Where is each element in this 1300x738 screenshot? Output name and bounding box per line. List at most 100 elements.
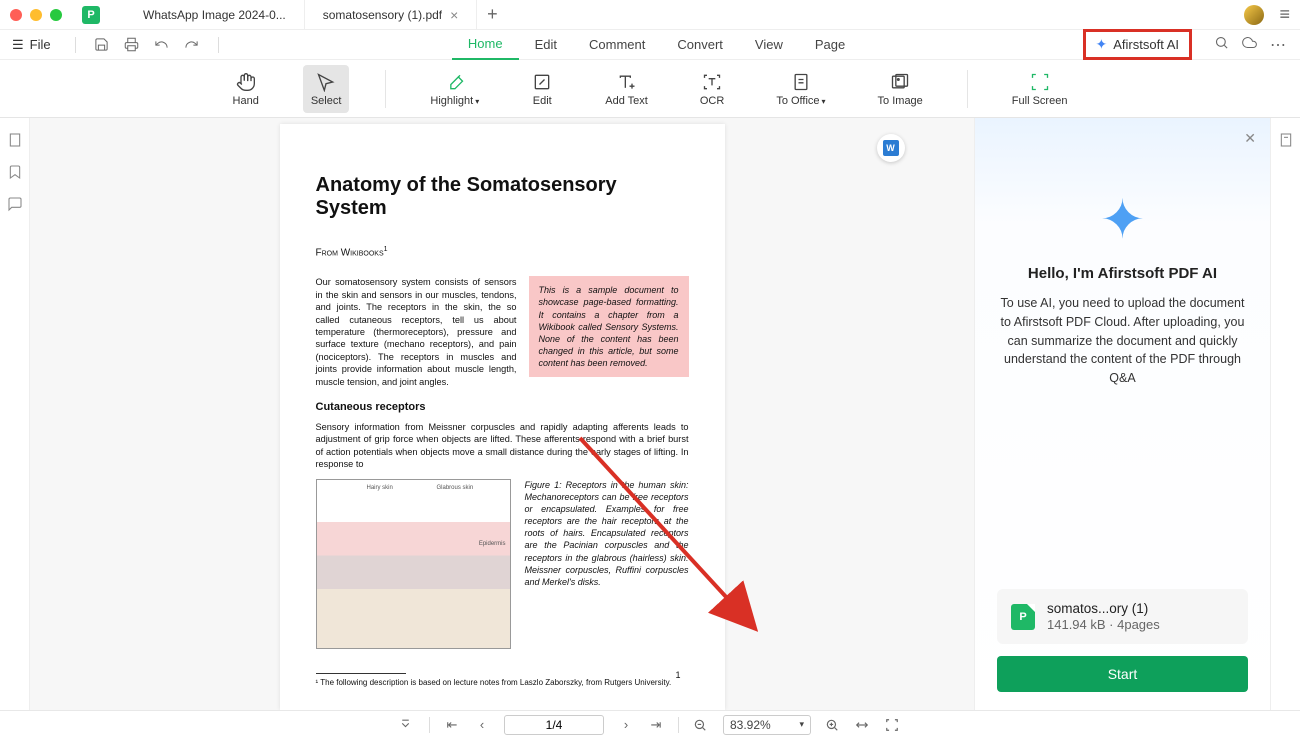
page-input[interactable] [504, 715, 604, 735]
pdf-page-1: W Anatomy of the Somatosensory System Fr… [280, 124, 725, 710]
thumbnails-icon[interactable] [7, 132, 23, 148]
tool-label: Hand [233, 95, 259, 107]
save-icon[interactable] [94, 37, 110, 52]
tool-label: Edit [533, 95, 552, 107]
ocr-icon [701, 71, 723, 93]
menu-bar: ☰ File Home Edit Comment Convert View Pa… [0, 30, 1300, 60]
hand-tool[interactable]: Hand [225, 65, 267, 113]
add-text-tool[interactable]: Add Text [597, 65, 656, 113]
afirstsoft-ai-button[interactable]: ✦ Afirstsoft AI [1083, 29, 1192, 60]
sparkle-icon: ✦ [1096, 36, 1108, 53]
to-image-tool[interactable]: To Image [870, 65, 931, 113]
tab-convert[interactable]: Convert [661, 30, 739, 60]
new-tab-button[interactable]: + [477, 0, 507, 29]
select-tool[interactable]: Select [303, 65, 350, 113]
close-window-button[interactable] [10, 9, 22, 21]
bookmarks-icon[interactable] [7, 164, 23, 180]
document-viewport[interactable]: W Anatomy of the Somatosensory System Fr… [30, 118, 974, 710]
figure-1-caption: Figure 1: Receptors in the human skin: M… [525, 479, 689, 649]
tab-label: WhatsApp Image 2024-0... [143, 8, 286, 22]
document-tabs: WhatsApp Image 2024-0... somatosensory (… [125, 0, 1244, 29]
zoom-in-icon[interactable] [825, 718, 841, 732]
undo-icon[interactable] [154, 37, 170, 52]
to-image-icon [889, 71, 911, 93]
user-avatar[interactable] [1244, 5, 1264, 25]
app-logo: P [82, 6, 100, 24]
file-menu-button[interactable]: ☰ File [0, 37, 63, 53]
full-screen-tool[interactable]: Full Screen [1004, 65, 1076, 113]
ai-panel-description: To use AI, you need to upload the docume… [997, 294, 1248, 388]
cloud-icon[interactable] [1241, 35, 1258, 55]
minimize-window-button[interactable] [30, 9, 42, 21]
tool-label: OCR [700, 95, 724, 107]
highlight-icon [444, 71, 466, 93]
separator [967, 70, 968, 108]
ai-panel: ✕ ✦ Hello, I'm Afirstsoft PDF AI To use … [974, 118, 1270, 710]
cursor-icon [315, 71, 337, 93]
tab-somatosensory[interactable]: somatosensory (1).pdf × [305, 0, 478, 29]
main-tabs: Home Edit Comment Convert View Page [452, 30, 861, 60]
hamburger-icon: ☰ [12, 37, 24, 53]
subheading: Cutaneous receptors [316, 400, 689, 415]
ai-panel-title: Hello, I'm Afirstsoft PDF AI [1028, 265, 1217, 282]
maximize-window-button[interactable] [50, 9, 62, 21]
ai-button-label: Afirstsoft AI [1113, 37, 1179, 52]
zoom-select[interactable]: 83.92%▾ [723, 715, 811, 735]
status-bar: ⇤ ‹ › ⇥ 83.92%▾ [0, 710, 1300, 738]
file-menu-label: File [30, 37, 51, 52]
hamburger-menu-icon[interactable]: ≡ [1279, 4, 1290, 25]
zoom-out-icon[interactable] [693, 718, 709, 732]
page-title: Anatomy of the Somatosensory System [316, 174, 689, 220]
next-page-button[interactable]: › [618, 717, 634, 732]
footnote: ¹ The following description is based on … [316, 678, 689, 689]
tab-home[interactable]: Home [452, 30, 519, 60]
tool-label: To Image [878, 95, 923, 107]
hand-icon [235, 71, 257, 93]
search-icon[interactable] [1214, 35, 1229, 55]
to-office-tool[interactable]: To Office▾ [768, 65, 833, 113]
print-icon[interactable] [124, 37, 140, 52]
tab-edit[interactable]: Edit [519, 30, 573, 60]
to-office-icon [790, 71, 812, 93]
properties-icon[interactable] [1278, 132, 1294, 710]
right-sidebar [1270, 118, 1300, 710]
tab-page[interactable]: Page [799, 30, 861, 60]
tab-view[interactable]: View [739, 30, 799, 60]
start-button[interactable]: Start [997, 656, 1248, 692]
highlight-tool[interactable]: Highlight▾ [422, 65, 487, 113]
tool-label: Add Text [605, 95, 648, 107]
separator [385, 70, 386, 108]
tab-whatsapp-image[interactable]: WhatsApp Image 2024-0... [125, 0, 305, 29]
close-panel-icon[interactable]: ✕ [1244, 130, 1256, 147]
file-card: P somatos...ory (1) 141.94 kB · 4pages [997, 589, 1248, 644]
toolbar: Hand Select Highlight▾ Edit Add Text OCR… [0, 60, 1300, 118]
prev-page-button[interactable]: ‹ [474, 717, 490, 732]
title-bar: P WhatsApp Image 2024-0... somatosensory… [0, 0, 1300, 30]
sample-note: This is a sample document to showcase pa… [529, 276, 689, 377]
close-tab-icon[interactable]: × [450, 7, 458, 23]
body-text: Our somatosensory system consists of sen… [316, 276, 517, 388]
byline: From Wikibooks1 [316, 246, 689, 258]
comments-icon[interactable] [7, 196, 23, 212]
tool-label: Full Screen [1012, 95, 1068, 107]
pdf-file-icon: P [1011, 604, 1035, 630]
fit-page-icon[interactable] [885, 718, 901, 732]
first-page-icon[interactable] [399, 718, 415, 731]
ai-logo-icon: ✦ [1100, 188, 1145, 251]
first-page-button[interactable]: ⇤ [444, 717, 460, 733]
window-controls [10, 9, 62, 21]
content-area: W Anatomy of the Somatosensory System Fr… [0, 118, 1300, 710]
file-name: somatos...ory (1) [1047, 601, 1160, 616]
redo-icon[interactable] [184, 37, 200, 52]
body-text-2: Sensory information from Meissner corpus… [316, 421, 689, 471]
figure-1-image: Hairy skin Glabrous skin Epidermis [316, 479, 511, 649]
ocr-tool[interactable]: OCR [692, 65, 732, 113]
last-page-button[interactable]: ⇥ [648, 717, 664, 733]
file-meta: 141.94 kB · 4pages [1047, 617, 1160, 632]
fit-width-icon[interactable] [855, 718, 871, 732]
tool-label: Highlight▾ [430, 95, 479, 107]
convert-to-word-badge[interactable]: W [877, 134, 905, 162]
more-icon[interactable]: ⋯ [1270, 35, 1286, 55]
tab-comment[interactable]: Comment [573, 30, 661, 60]
edit-tool[interactable]: Edit [523, 65, 561, 113]
